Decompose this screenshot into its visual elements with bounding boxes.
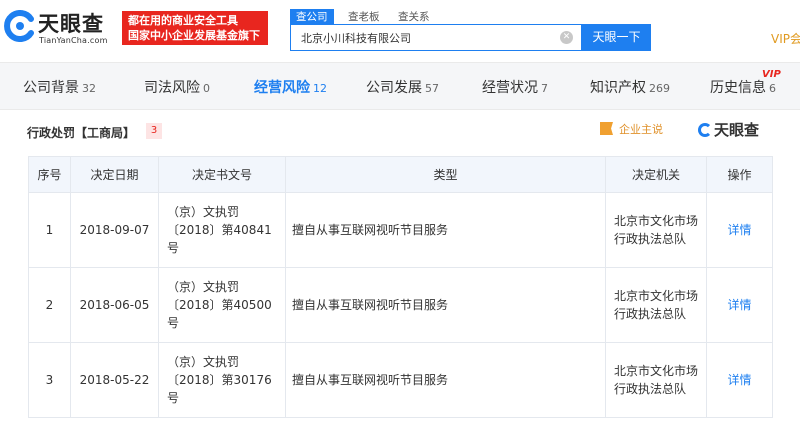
tab-search-company[interactable]: 查公司: [290, 9, 334, 25]
flag-icon: [600, 122, 613, 135]
penalty-table: 序号 决定日期 决定书文号 类型 决定机关 操作 1 2018-09-07 （京…: [28, 156, 773, 418]
detail-link[interactable]: 详情: [706, 192, 773, 268]
column-header-index: 序号: [28, 156, 71, 193]
authority-line: 北京市文化市场: [614, 289, 699, 303]
search-input[interactable]: [291, 25, 551, 50]
tab-company-development[interactable]: 公司发展 57: [366, 78, 439, 98]
doc-line: 〔2018〕第40500: [167, 298, 272, 312]
logo-domain-text: TianYanCha.com: [39, 36, 108, 45]
section-title: 行政处罚【工商局】: [27, 126, 136, 140]
tab-search-relation[interactable]: 查关系: [398, 9, 430, 25]
column-header-doc-number: 决定书文号: [158, 156, 286, 193]
company-nav-tabs: 公司背景 32 司法风险 0 经营风险 12 公司发展 57 经营状况 7 知识产权 269…: [0, 62, 800, 110]
row-index: 3: [28, 342, 71, 418]
vip-badge: VIP: [762, 69, 781, 80]
row-type: 擅自从事互联网视听节目服务: [285, 267, 606, 343]
authority-line: 行政执法总队: [614, 382, 687, 396]
eye-logo-icon: [698, 123, 712, 137]
clear-icon[interactable]: ✕: [560, 31, 573, 44]
column-header-action: 操作: [706, 156, 773, 193]
row-date: 2018-06-05: [70, 267, 159, 343]
tab-count: 6: [769, 82, 776, 95]
brand-text: 天眼查: [714, 121, 760, 139]
row-authority: 北京市文化市场 行政执法总队: [605, 342, 707, 418]
tab-search-boss[interactable]: 查老板: [348, 9, 380, 25]
tab-intellectual-property[interactable]: 知识产权 269: [590, 78, 670, 98]
row-date: 2018-05-22: [70, 342, 159, 418]
table-header-row: 序号 决定日期 决定书文号 类型 决定机关 操作: [28, 156, 773, 193]
top-header: 天眼查 TianYanCha.com 都在用的商业安全工具 国家中小企业发展基金…: [0, 0, 800, 60]
row-authority: 北京市文化市场 行政执法总队: [605, 192, 707, 268]
owner-statement-button[interactable]: 企业主说: [600, 121, 663, 137]
doc-line: 〔2018〕第30176: [167, 373, 272, 387]
search-button[interactable]: 天眼一下: [582, 24, 651, 51]
tab-label: 公司发展: [366, 80, 422, 96]
table-row: 2 2018-06-05 （京）文执罚 〔2018〕第40500 号 擅自从事互…: [28, 267, 773, 343]
doc-line: 号: [167, 316, 180, 330]
doc-line: 号: [167, 241, 180, 255]
slogan-banner[interactable]: 都在用的商业安全工具 国家中小企业发展基金旗下: [122, 11, 268, 45]
row-type: 擅自从事互联网视听节目服务: [285, 192, 606, 268]
penalty-table-container: 序号 决定日期 决定书文号 类型 决定机关 操作 1 2018-09-07 （京…: [28, 156, 773, 418]
table-row: 3 2018-05-22 （京）文执罚 〔2018〕第30176 号 擅自从事互…: [28, 342, 773, 418]
tab-count: 0: [203, 82, 210, 95]
authority-line: 北京市文化市场: [614, 214, 699, 228]
column-header-authority: 决定机关: [605, 156, 707, 193]
tab-label: 历史信息: [710, 80, 766, 96]
doc-line: （京）文执罚: [167, 280, 240, 294]
row-doc-number: （京）文执罚 〔2018〕第30176 号: [158, 342, 286, 418]
slogan-line-2: 国家中小企业发展基金旗下: [128, 29, 260, 42]
tab-operating-status[interactable]: 经营状况 7: [482, 78, 548, 98]
authority-line: 北京市文化市场: [614, 364, 699, 378]
row-date: 2018-09-07: [70, 192, 159, 268]
search-box: ✕: [290, 24, 582, 51]
detail-link[interactable]: 详情: [706, 342, 773, 418]
tab-label: 公司背景: [23, 80, 79, 96]
owner-statement-label: 企业主说: [619, 123, 663, 136]
doc-line: 号: [167, 391, 180, 405]
tab-count: 7: [541, 82, 548, 95]
tab-count: 57: [425, 82, 439, 95]
row-index: 2: [28, 267, 71, 343]
authority-line: 行政执法总队: [614, 307, 687, 321]
tab-count: 12: [313, 82, 327, 95]
logo-text: 天眼查: [38, 12, 104, 36]
doc-line: （京）文执罚: [167, 205, 240, 219]
site-logo[interactable]: 天眼查 TianYanCha.com: [4, 8, 114, 50]
row-doc-number: （京）文执罚 〔2018〕第40500 号: [158, 267, 286, 343]
doc-line: 〔2018〕第40841: [167, 223, 272, 237]
tab-label: 经营风险: [254, 80, 310, 96]
tab-label: 经营状况: [482, 80, 538, 96]
section-count-badge: 3: [146, 123, 162, 139]
vip-link[interactable]: VIP会: [771, 30, 800, 47]
tab-label: 知识产权: [590, 80, 646, 96]
tab-company-background[interactable]: 公司背景 32: [23, 78, 96, 98]
tab-legal-risk[interactable]: 司法风险 0: [144, 78, 210, 98]
column-header-type: 类型: [285, 156, 606, 193]
table-row: 1 2018-09-07 （京）文执罚 〔2018〕第40841 号 擅自从事互…: [28, 192, 773, 268]
eye-logo-icon: [4, 10, 34, 42]
tab-count: 269: [649, 82, 670, 95]
row-authority: 北京市文化市场 行政执法总队: [605, 267, 707, 343]
tab-business-risk[interactable]: 经营风险 12: [254, 78, 327, 98]
tab-count: 32: [82, 82, 96, 95]
column-header-date: 决定日期: [70, 156, 159, 193]
row-type: 擅自从事互联网视听节目服务: [285, 342, 606, 418]
row-index: 1: [28, 192, 71, 268]
authority-line: 行政执法总队: [614, 232, 687, 246]
brand-watermark: 天眼查: [698, 119, 759, 140]
tab-history-info[interactable]: 历史信息 6: [710, 78, 776, 98]
slogan-line-1: 都在用的商业安全工具: [128, 14, 238, 27]
row-doc-number: （京）文执罚 〔2018〕第40841 号: [158, 192, 286, 268]
tab-label: 司法风险: [144, 80, 200, 96]
doc-line: （京）文执罚: [167, 355, 240, 369]
detail-link[interactable]: 详情: [706, 267, 773, 343]
